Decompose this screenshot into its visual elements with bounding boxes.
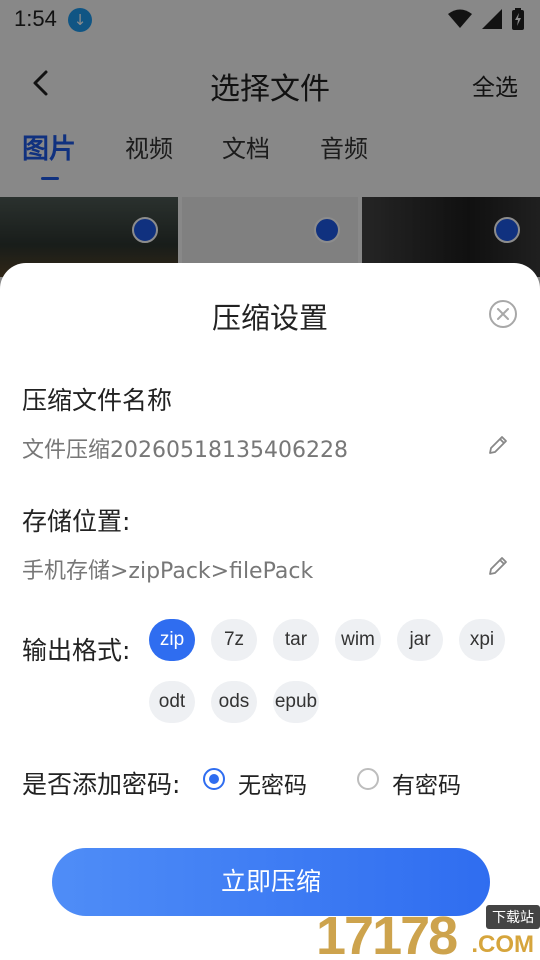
format-option-xpi[interactable]: xpi <box>459 619 505 661</box>
format-option-odt[interactable]: odt <box>149 681 195 723</box>
format-option-tar[interactable]: tar <box>273 619 319 661</box>
output-format-label: 输出格式: <box>22 636 131 665</box>
file-name-value[interactable]: 文件压缩20260518135406228 <box>22 432 348 464</box>
format-option-jar[interactable]: jar <box>397 619 443 661</box>
storage-location-value[interactable]: 手机存储>zipPack>filePack <box>22 553 313 585</box>
format-option-epub[interactable]: epub <box>273 681 319 723</box>
edit-storage-icon[interactable] <box>486 554 510 578</box>
password-label: 是否添加密码: <box>22 770 181 799</box>
watermark-number: 17178 <box>316 906 458 960</box>
no-password-label[interactable]: 无密码 <box>238 766 307 800</box>
edit-file-name-icon[interactable] <box>486 433 510 457</box>
format-option-wim[interactable]: wim <box>335 619 381 661</box>
watermark-tag: 下载站 <box>486 905 540 929</box>
sheet-title: 压缩设置 <box>211 301 328 335</box>
file-name-label: 压缩文件名称 <box>22 386 173 415</box>
watermark-logo: 17178 下载站 .COM <box>316 903 540 960</box>
storage-location-label: 存储位置: <box>22 507 131 536</box>
with-password-label[interactable]: 有密码 <box>392 766 461 800</box>
with-password-radio[interactable] <box>357 768 379 790</box>
format-option-ods[interactable]: ods <box>211 681 257 723</box>
format-option-7z[interactable]: 7z <box>211 619 257 661</box>
compress-settings-sheet: 压缩设置 压缩文件名称 文件压缩20260518135406228 存储位置: … <box>0 263 540 960</box>
format-option-zip[interactable]: zip <box>149 619 195 661</box>
close-icon[interactable] <box>488 299 518 329</box>
no-password-radio[interactable] <box>203 768 225 790</box>
watermark-suffix: .COM <box>471 931 534 958</box>
